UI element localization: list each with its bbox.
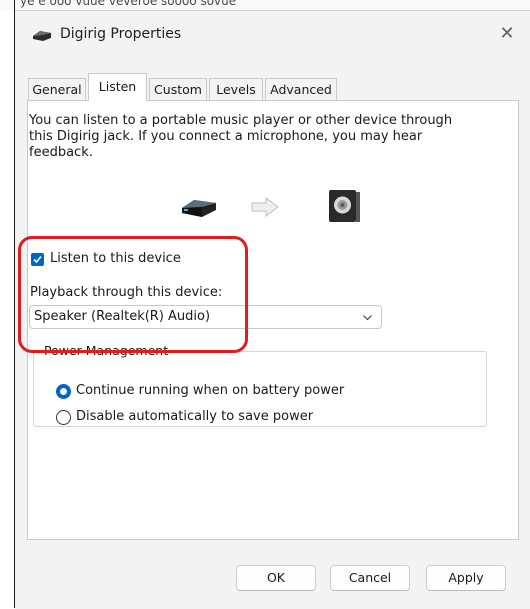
- tab-advanced[interactable]: Advanced: [265, 78, 337, 100]
- radio-disable-automatically[interactable]: [56, 410, 71, 425]
- radio-continue-running[interactable]: [56, 384, 71, 399]
- cancel-button[interactable]: Cancel: [330, 565, 410, 591]
- listen-checkbox[interactable]: [31, 253, 44, 266]
- close-icon: ✕: [499, 22, 515, 44]
- tab-listen[interactable]: Listen: [88, 73, 147, 101]
- playback-device-value: Speaker (Realtek(R) Audio): [34, 309, 211, 324]
- audio-device-icon: [33, 31, 51, 41]
- title-bar[interactable]: Digirig Properties ✕: [15, 11, 530, 57]
- background-window-strip: ye e ooo vuue veveroe soooo sovue: [0, 0, 530, 10]
- checkmark-icon: [33, 255, 42, 264]
- playback-label: Playback through this device:: [30, 285, 223, 300]
- radio-continue-running-label[interactable]: Continue running when on battery power: [76, 383, 344, 398]
- listen-description: You can listen to a portable music playe…: [29, 113, 453, 160]
- listen-checkbox-label[interactable]: Listen to this device: [50, 251, 181, 266]
- tab-levels[interactable]: Levels: [209, 78, 263, 100]
- radio-disable-automatically-label[interactable]: Disable automatically to save power: [76, 409, 313, 424]
- dialog-title: Digirig Properties: [60, 26, 182, 42]
- ok-button[interactable]: OK: [236, 565, 316, 591]
- tab-custom[interactable]: Custom: [149, 78, 207, 100]
- speaker-icon: [329, 190, 360, 222]
- chevron-down-icon: [363, 315, 372, 321]
- power-management-title: Power Management: [43, 343, 170, 358]
- digirig-device-icon: [182, 200, 216, 217]
- tab-general[interactable]: General: [28, 78, 86, 100]
- right-arrow-icon: [251, 197, 279, 217]
- background-window-text: ye e ooo vuue veveroe soooo sovue: [20, 0, 237, 8]
- close-button[interactable]: ✕: [484, 11, 530, 55]
- playback-device-select[interactable]: Speaker (Realtek(R) Audio): [29, 305, 382, 329]
- apply-button[interactable]: Apply: [426, 565, 506, 591]
